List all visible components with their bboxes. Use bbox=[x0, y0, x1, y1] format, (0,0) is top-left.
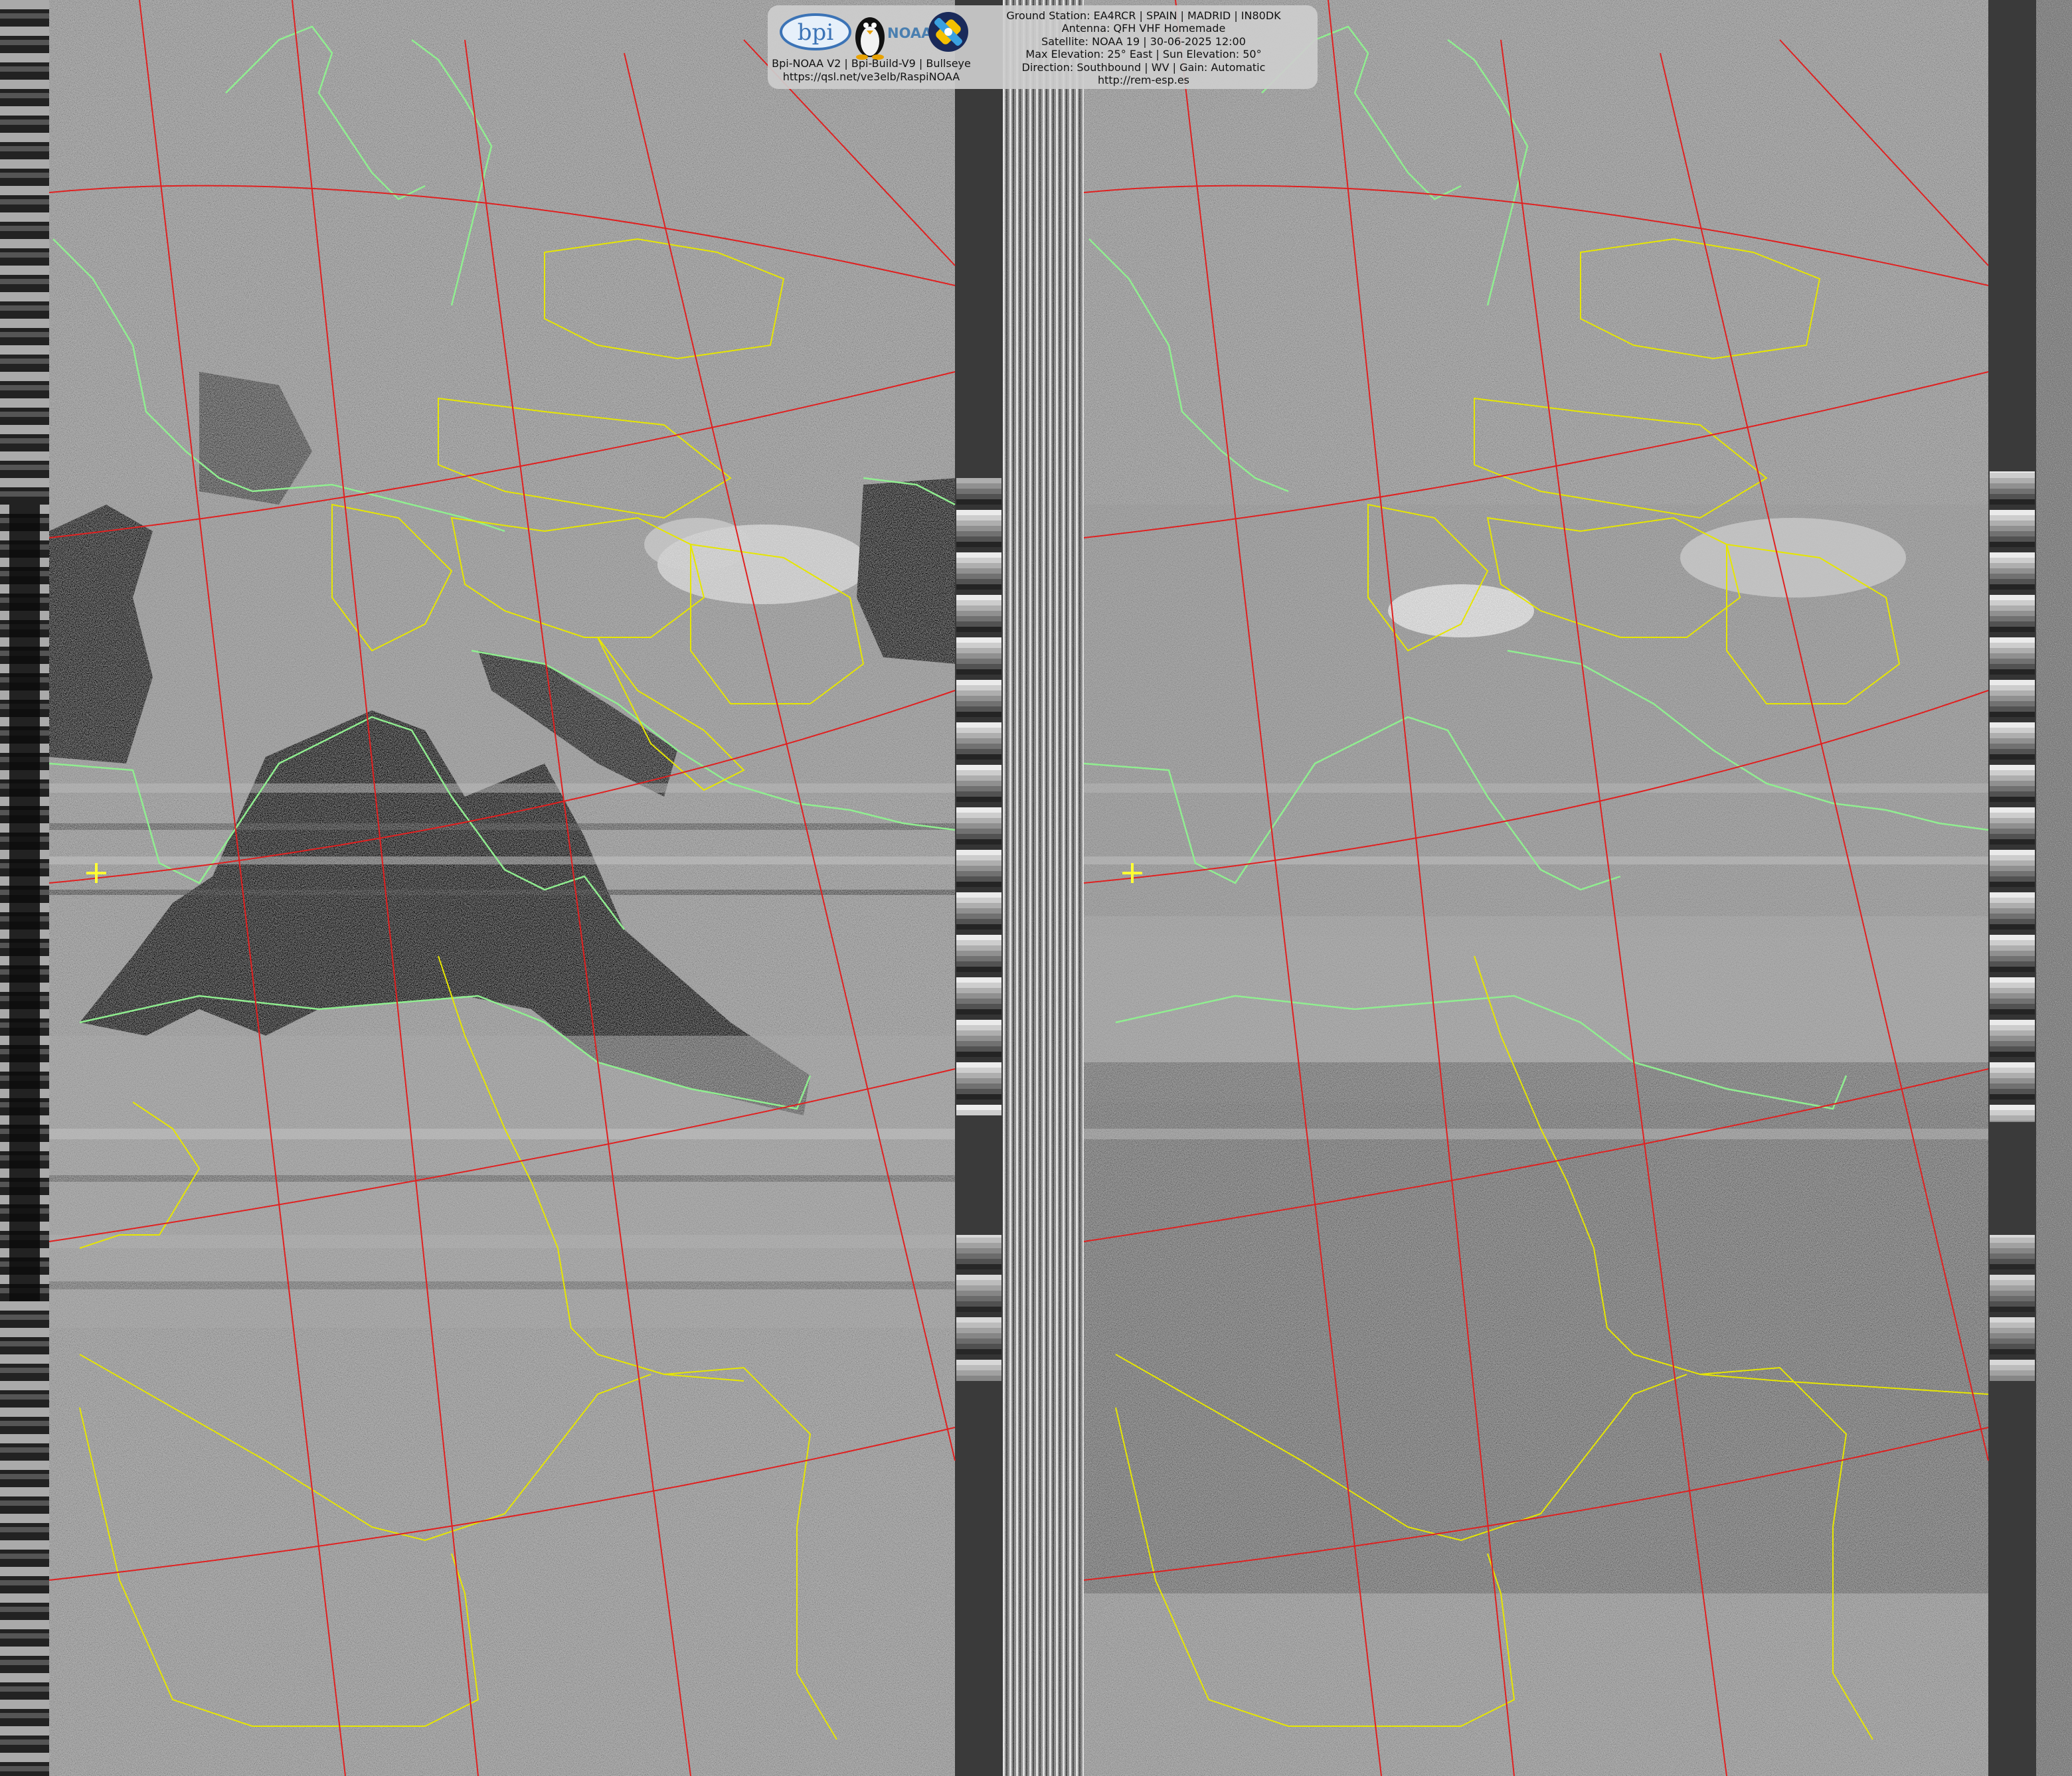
elevation-line: Max Elevation: 25° East | Sun Elevation:… bbox=[1025, 48, 1262, 61]
antenna-line: Antenna: QFH VHF Homemade bbox=[1061, 22, 1226, 35]
build-info: Bpi-NOAA V2 | Bpi-Build-V9 | Bullseye ht… bbox=[768, 57, 975, 84]
noaa-logo-icon: NOAA bbox=[887, 25, 932, 41]
build-info-line: Bpi-NOAA V2 | Bpi-Build-V9 | Bullseye bbox=[772, 57, 971, 70]
pass-details: Ground Station: EA4RCR | SPAIN | MADRID … bbox=[978, 9, 1310, 86]
bpi-logo-icon: bpi bbox=[780, 13, 851, 50]
ground-station-line: Ground Station: EA4RCR | SPAIN | MADRID … bbox=[1006, 9, 1281, 22]
satellite-line: Satellite: NOAA 19 | 30-06-2025 12:00 bbox=[1041, 35, 1246, 48]
direction-line: Direction: Southbound | WV | Gain: Autom… bbox=[1021, 60, 1266, 74]
pass-info-header: bpi NOAA Bpi-NOAA V2 | Bpi-Build-V9 | Bu… bbox=[768, 5, 1318, 89]
channel-b-image bbox=[1084, 0, 1988, 1776]
project-url[interactable]: https://qsl.net/ve3elb/RaspiNOAA bbox=[768, 70, 975, 84]
svg-text:bpi: bpi bbox=[798, 19, 834, 46]
website-url[interactable]: http://rem-esp.es bbox=[978, 74, 1310, 86]
satellite-icon bbox=[928, 12, 968, 52]
tux-penguin-icon bbox=[855, 17, 885, 60]
satellite-image bbox=[0, 0, 2072, 1776]
